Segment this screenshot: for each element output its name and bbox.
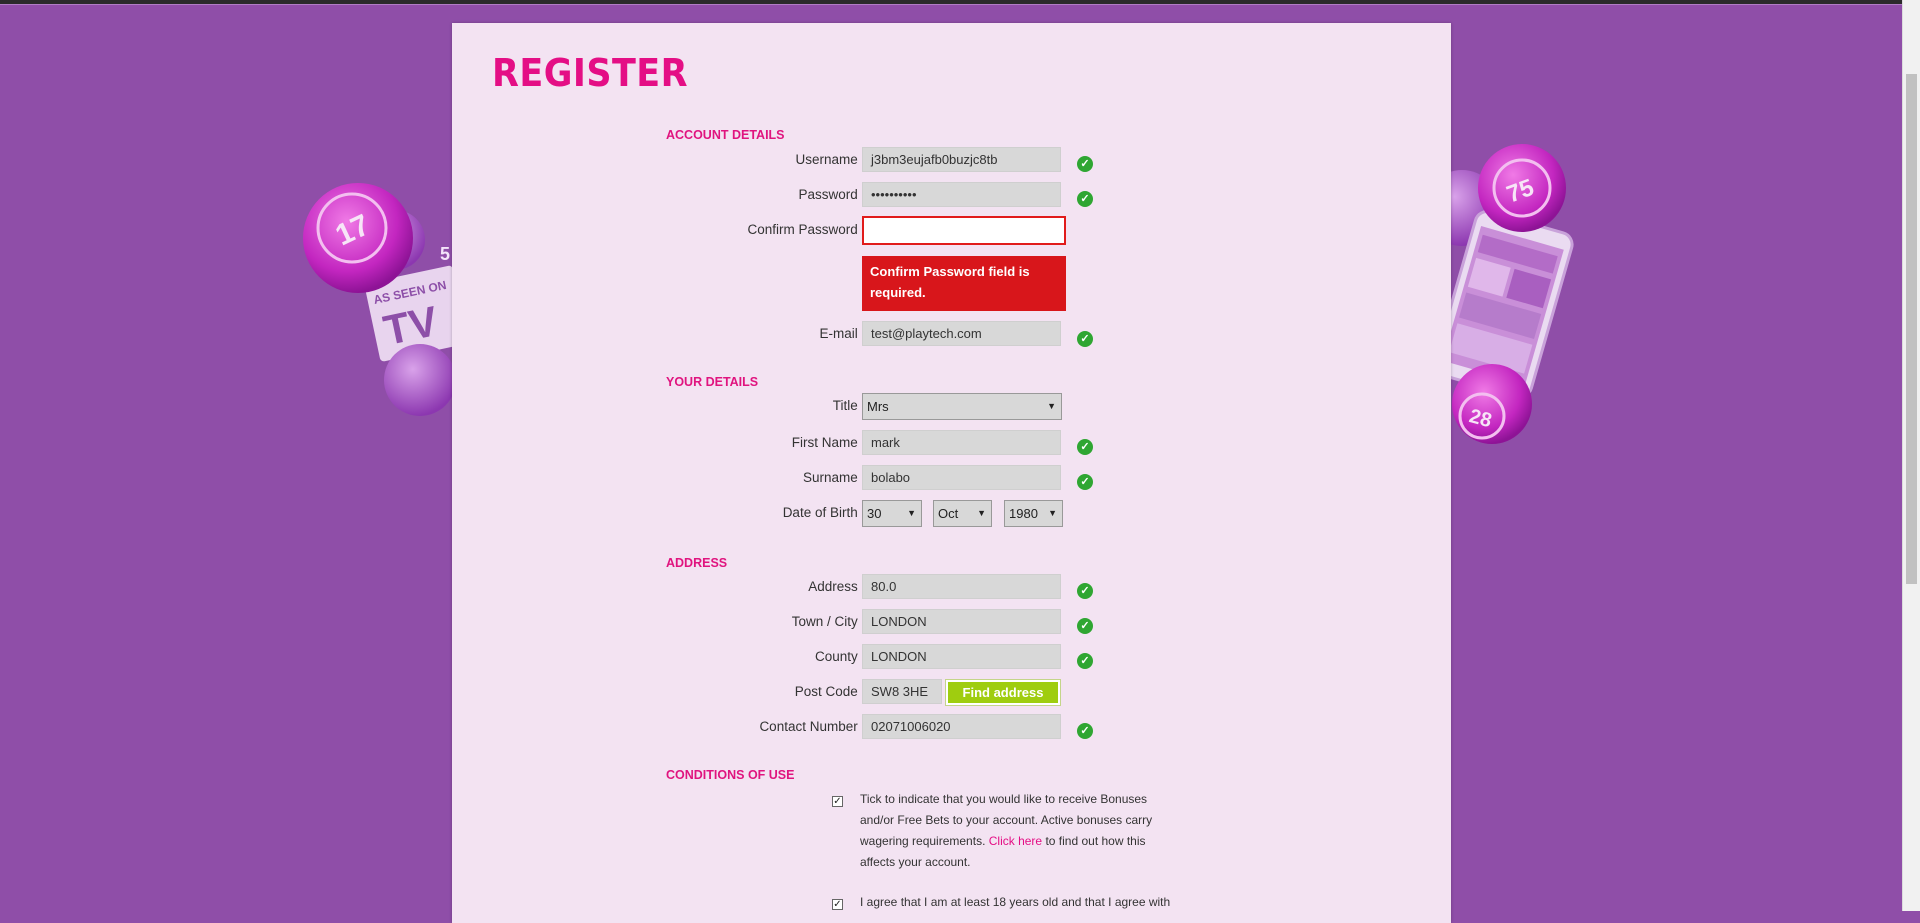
- surname-label: Surname*: [802, 470, 867, 485]
- username-label: Username*: [795, 152, 867, 167]
- dob-year-select[interactable]: 1980 ▼: [1004, 500, 1063, 527]
- age-terms-checkbox[interactable]: ✓: [832, 899, 843, 910]
- page-title: REGISTER: [492, 51, 689, 95]
- dob-day-select[interactable]: 30 ▼: [862, 500, 922, 527]
- dob-day-value: 30: [867, 506, 882, 521]
- bonus-consent-text: Tick to indicate that you would like to …: [860, 789, 1175, 873]
- bonus-info-link[interactable]: Click here: [989, 834, 1042, 848]
- surname-valid-check-icon: ✓: [1077, 474, 1093, 490]
- dob-month-select[interactable]: Oct ▼: [933, 500, 992, 527]
- email-valid-check-icon: ✓: [1077, 331, 1093, 347]
- right-bingo-decoration: 75 28: [1440, 144, 1574, 444]
- confirm-password-input[interactable]: [862, 216, 1066, 245]
- confirm-password-label: Confirm Password*: [747, 222, 867, 237]
- county-input[interactable]: LONDON: [862, 644, 1061, 669]
- username-input[interactable]: j3bm3eujafb0buzjc8tb: [862, 147, 1061, 172]
- town-label: Town / City*: [791, 614, 867, 629]
- address-label: Address*: [808, 579, 867, 594]
- ball-five-number: 5: [440, 244, 450, 264]
- left-bingo-decoration: 5 AS SEEN ON TV 17: [303, 183, 460, 416]
- chevron-down-icon: ▼: [907, 508, 916, 518]
- town-valid-check-icon: ✓: [1077, 618, 1093, 634]
- bonus-checkbox[interactable]: ✓: [832, 796, 843, 807]
- username-valid-check-icon: ✓: [1077, 156, 1093, 172]
- dob-label: Date of Birth*: [782, 505, 867, 520]
- postcode-label: Post Code*: [794, 684, 867, 699]
- section-your-details: YOUR DETAILS: [666, 375, 759, 389]
- postcode-input[interactable]: SW8 3HE: [862, 679, 942, 704]
- email-input[interactable]: test@playtech.com: [862, 321, 1061, 346]
- first-name-valid-check-icon: ✓: [1077, 439, 1093, 455]
- dob-year-value: 1980: [1009, 506, 1038, 521]
- chevron-down-icon: ▼: [1048, 508, 1057, 518]
- password-valid-check-icon: ✓: [1077, 191, 1093, 207]
- section-conditions-of-use: CONDITIONS OF USE: [666, 768, 795, 782]
- town-input[interactable]: LONDON: [862, 609, 1061, 634]
- page-scrollbar[interactable]: [1902, 0, 1920, 911]
- browser-top-highlight: [0, 4, 1920, 5]
- title-select[interactable]: Mrs ▼: [862, 393, 1062, 420]
- chevron-down-icon: ▼: [977, 508, 986, 518]
- address-input[interactable]: 80.0: [862, 574, 1061, 599]
- address-valid-check-icon: ✓: [1077, 583, 1093, 599]
- scrollbar-thumb[interactable]: [1906, 74, 1917, 584]
- confirm-password-error: Confirm Password field is required.: [862, 256, 1066, 311]
- registration-panel: REGISTER ACCOUNT DETAILS Username* j3bm3…: [452, 23, 1451, 923]
- surname-input[interactable]: bolabo: [862, 465, 1061, 490]
- password-input[interactable]: ••••••••••: [862, 182, 1061, 207]
- contact-number-valid-check-icon: ✓: [1077, 723, 1093, 739]
- password-label: Password*: [798, 187, 867, 202]
- email-label: E-mail*: [819, 326, 867, 341]
- contact-number-label: Contact Number*: [759, 719, 867, 734]
- ball-small: [384, 344, 456, 416]
- first-name-label: First Name*: [791, 435, 867, 450]
- section-account-details: ACCOUNT DETAILS: [666, 128, 785, 142]
- title-select-value: Mrs: [867, 399, 889, 414]
- section-address: ADDRESS: [666, 556, 728, 570]
- age-terms-text: I agree that I am at least 18 years old …: [860, 895, 1171, 909]
- contact-number-input[interactable]: 02071006020: [862, 714, 1061, 739]
- first-name-input[interactable]: mark: [862, 430, 1061, 455]
- dob-month-value: Oct: [938, 506, 959, 521]
- chevron-down-icon: ▼: [1047, 401, 1056, 411]
- county-label: County*: [814, 649, 867, 664]
- county-valid-check-icon: ✓: [1077, 653, 1093, 669]
- find-address-button[interactable]: Find address: [945, 679, 1061, 706]
